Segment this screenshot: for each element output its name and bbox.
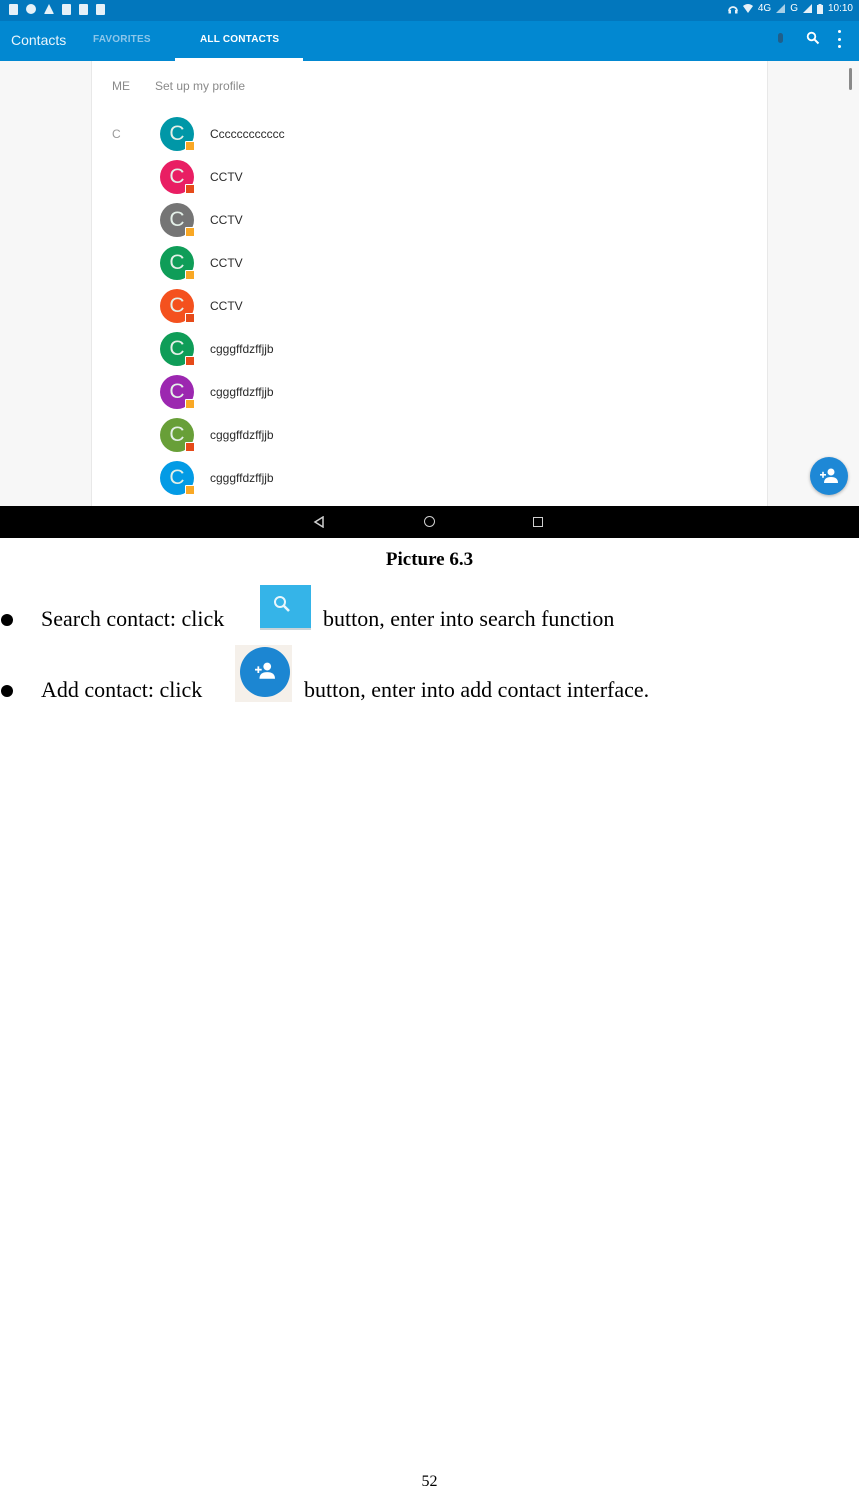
contact-list-item[interactable]: Ccgggffdzffjjb xyxy=(160,418,460,454)
account-badge-icon xyxy=(185,184,195,194)
bullet-text-before: Add contact: click xyxy=(41,677,203,702)
system-indicators: 4G G 10:10 xyxy=(727,3,853,14)
navigation-bar xyxy=(0,506,859,538)
download-icon xyxy=(62,4,71,15)
scrollbar-thumb[interactable] xyxy=(849,68,852,90)
contact-list-item[interactable]: Ccgggffdzffjjb xyxy=(160,375,460,411)
tab-all-contacts[interactable]: ALL CONTACTS xyxy=(200,34,279,45)
search-icon[interactable] xyxy=(806,31,820,45)
contact-list-item[interactable]: C Cccccccccccc xyxy=(160,117,460,153)
headset-icon xyxy=(727,5,738,13)
sim-icon xyxy=(96,4,105,15)
account-badge-icon xyxy=(185,141,195,151)
signal-icon-1 xyxy=(776,4,786,13)
right-margin-pane xyxy=(767,61,859,506)
contact-list-item[interactable]: Ccgggffdzffjjb xyxy=(160,461,460,497)
recents-icon[interactable] xyxy=(533,517,543,527)
contact-list-item[interactable]: C CCTV xyxy=(160,246,460,282)
add-contact-button-icon xyxy=(240,647,290,697)
contact-list-item[interactable]: C CCTV xyxy=(160,289,460,325)
contact-list-item[interactable]: C CCTV xyxy=(160,160,460,196)
contact-name: cgggffdzffjjb xyxy=(210,342,274,356)
account-badge-icon xyxy=(185,356,195,366)
app-title: Contacts xyxy=(11,32,67,48)
network-type-label: 4G xyxy=(757,3,772,14)
contact-name: CCTV xyxy=(210,170,243,184)
bullet-search-contact: Search contact: click button, enter into… xyxy=(0,604,859,644)
back-icon[interactable] xyxy=(313,516,325,528)
bullet-icon xyxy=(1,685,13,697)
account-badge-icon xyxy=(185,399,195,409)
app-bar: Contacts FAVORITES ALL CONTACTS xyxy=(0,21,859,61)
bullet-text-before: Search contact: click xyxy=(41,606,225,631)
clock: 10:10 xyxy=(827,3,853,14)
message-icon xyxy=(79,4,88,15)
bullet-add-contact: Add contact: click button, enter into ad… xyxy=(0,675,859,715)
sync-icon xyxy=(26,4,36,14)
account-badge-icon xyxy=(185,313,195,323)
contact-name: cgggffdzffjjb xyxy=(210,471,274,485)
me-section-label: ME xyxy=(112,79,130,93)
signal-icon-2 xyxy=(802,4,812,13)
add-person-icon xyxy=(255,662,275,679)
home-icon[interactable] xyxy=(424,516,435,527)
section-letter-header: C xyxy=(112,127,121,141)
magnifier-icon xyxy=(274,596,290,612)
account-badge-icon xyxy=(185,227,195,237)
add-contact-icon xyxy=(820,468,838,483)
contact-name: CCTV xyxy=(210,256,243,270)
battery-icon xyxy=(816,3,823,14)
search-button-icon xyxy=(260,585,311,630)
mic-icon[interactable] xyxy=(778,33,783,43)
notification-icons xyxy=(9,4,105,15)
contact-name: cgggffdzffjjb xyxy=(210,385,274,399)
account-badge-icon xyxy=(185,442,195,452)
bullet-text-after: button, enter into search function xyxy=(323,606,615,631)
left-margin-pane xyxy=(0,61,92,506)
network-type-label-2: G xyxy=(790,3,798,14)
more-options-icon[interactable] xyxy=(836,30,842,48)
account-badge-icon xyxy=(185,270,195,280)
page-number: 52 xyxy=(421,1473,438,1490)
contact-list-item[interactable]: Ccgggffdzffjjb xyxy=(160,332,460,368)
contacts-app-screenshot: 4G G 10:10 Contacts FAVORITES ALL CONTAC… xyxy=(0,0,859,538)
contact-name: Cccccccccccc xyxy=(210,127,285,141)
set-up-profile-link[interactable]: Set up my profile xyxy=(155,79,245,93)
status-bar: 4G G 10:10 xyxy=(0,0,859,21)
warning-icon xyxy=(44,4,54,14)
sd-card-icon xyxy=(9,4,18,15)
bullet-text-after: button, enter into add contact interface… xyxy=(304,677,650,702)
contact-name: cgggffdzffjjb xyxy=(210,428,274,442)
bullet-icon xyxy=(1,614,13,626)
account-badge-icon xyxy=(185,485,195,495)
add-contact-fab[interactable] xyxy=(810,457,848,495)
tab-favorites[interactable]: FAVORITES xyxy=(93,34,151,45)
contact-list-item[interactable]: C CCTV xyxy=(160,203,460,239)
figure-caption: Picture 6.3 xyxy=(385,549,474,570)
contact-name: CCTV xyxy=(210,299,243,313)
contact-name: CCTV xyxy=(210,213,243,227)
wifi-icon xyxy=(742,4,753,13)
